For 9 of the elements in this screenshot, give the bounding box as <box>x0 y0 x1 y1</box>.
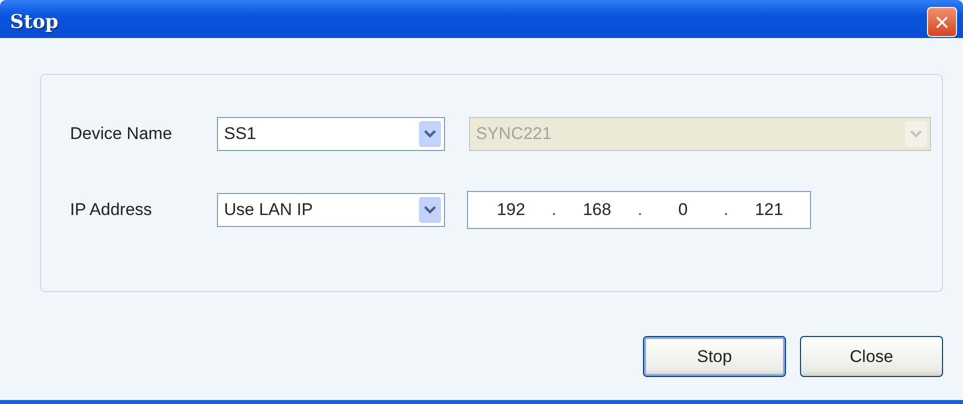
dialog-button[interactable]: Stop <box>643 336 786 377</box>
field-label: IP Address <box>70 199 153 222</box>
dropdown[interactable]: Use LAN IP <box>217 193 445 227</box>
window-title: Stop <box>10 10 58 35</box>
dropdown: SYNC221 <box>469 117 931 151</box>
field-label: Device Name <box>70 123 174 146</box>
dropdown[interactable]: SS1 <box>217 117 445 151</box>
ip-address-field[interactable]: 192 . 168 . 0 . 121 <box>467 191 811 229</box>
dialog-button[interactable]: Close <box>800 336 943 377</box>
